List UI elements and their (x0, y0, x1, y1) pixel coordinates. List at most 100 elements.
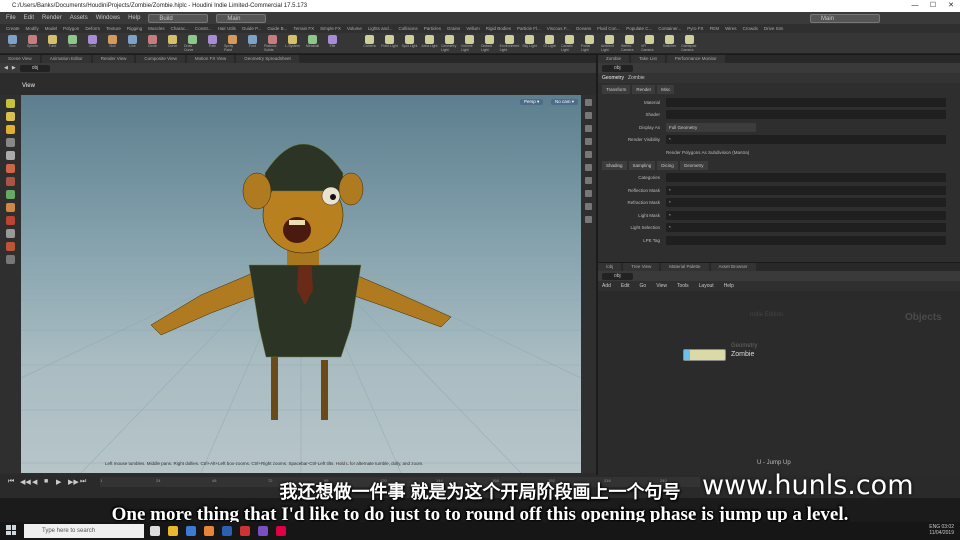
view-tool-icon[interactable] (6, 151, 15, 160)
shelf-tab[interactable]: Particle Fl... (517, 24, 541, 33)
light-tool-gamepad-camera[interactable]: Gamepad Camera (681, 33, 698, 53)
minimize-button[interactable]: — (906, 0, 924, 12)
shelf-tab[interactable]: Charac... (171, 24, 189, 33)
tab-geometry[interactable]: Geometry (679, 160, 708, 170)
shelf-tab[interactable]: Drive Sim (764, 24, 784, 33)
shelf-tab[interactable]: Oceans (576, 24, 592, 33)
zombie-node[interactable] (683, 349, 726, 361)
visual-studio-icon[interactable] (258, 526, 268, 536)
light-tool-distant-light[interactable]: Distant Light (481, 33, 498, 53)
back-arrow-icon[interactable]: ◀ (4, 65, 8, 71)
shelf-tab[interactable]: FEM (710, 24, 720, 33)
net-menu-view[interactable]: View (656, 283, 667, 289)
shelf-tool-line[interactable]: Line (124, 33, 141, 53)
shelf-tab[interactable]: Guide B... (267, 24, 287, 33)
grid-icon[interactable] (585, 190, 592, 197)
main-select-right[interactable]: Main (810, 13, 880, 23)
shelf-tab[interactable]: Pyro FX (687, 24, 703, 33)
net-menu-layout[interactable]: Layout (699, 283, 714, 289)
material-field[interactable] (666, 97, 946, 107)
light-mask-field[interactable]: * (666, 210, 946, 220)
shaded-icon[interactable] (585, 125, 592, 132)
shelf-tab[interactable]: Texture (106, 24, 121, 33)
shelf-tool-torus[interactable]: Torus (64, 33, 81, 53)
scale-tool-icon[interactable] (6, 138, 15, 147)
shelf-tool-null[interactable]: Null (104, 33, 121, 53)
render-subdiv-checkbox[interactable]: Render Polygons As Subdivision (Mantra) (666, 150, 749, 155)
shelf-tool-curve[interactable]: Curve (164, 33, 181, 53)
shelf-tool-tube[interactable]: Tube (44, 33, 61, 53)
network-editor[interactable] (598, 302, 960, 475)
light-tool-spot-light[interactable]: Spot Light (401, 33, 418, 53)
shelf-tool-metaball[interactable]: Metaball (304, 33, 321, 53)
shelf-tab[interactable]: Muscles (148, 24, 165, 33)
camera-icon[interactable] (585, 203, 592, 210)
shelf-tab[interactable]: Polygon (63, 24, 79, 33)
shelf-tab[interactable]: Modify (26, 24, 39, 33)
app-icon-red[interactable] (240, 526, 250, 536)
tab-performance-monitor[interactable]: Performance Monitor (666, 55, 725, 63)
shelf-tab[interactable]: Terrain FX (293, 24, 314, 33)
main-desktop-select[interactable]: Main (216, 13, 267, 23)
forward-arrow-icon[interactable]: ▶ (12, 65, 16, 71)
wireframe-icon[interactable] (585, 112, 592, 119)
reflection-mask-field[interactable]: * (666, 185, 946, 195)
light-tool-switcher[interactable]: Switcher (661, 33, 678, 53)
light-tool-environment-light[interactable]: Environment Light (500, 33, 519, 53)
file-explorer-icon[interactable] (168, 526, 178, 536)
refraction-mask-field[interactable]: * (666, 198, 946, 208)
tab-misc[interactable]: Misc (657, 85, 675, 94)
snapshot-icon[interactable] (585, 216, 592, 223)
shelf-tool-platonic-solids[interactable]: Platonic Solids (264, 33, 281, 53)
paint-icon[interactable] (6, 242, 15, 251)
houdini-icon[interactable] (204, 526, 214, 536)
menu-file[interactable]: File (6, 15, 16, 21)
magnet-icon[interactable] (6, 216, 15, 225)
shelf-tab[interactable]: Grains (447, 24, 460, 33)
points-icon[interactable] (585, 164, 592, 171)
word-icon[interactable] (222, 526, 232, 536)
shelf-tool-draw-curve[interactable]: Draw Curve (184, 33, 201, 53)
taskbar-search-input[interactable]: Type here to search (24, 524, 144, 538)
shelf-tab[interactable]: Deform (85, 24, 100, 33)
net-menu-help[interactable]: Help (724, 283, 734, 289)
handle-tool-icon[interactable] (6, 164, 15, 173)
shelf-tab[interactable]: Fluid Con... (597, 24, 620, 33)
shelf-tab[interactable]: Viscous F... (547, 24, 570, 33)
param-path-field[interactable]: obj (602, 64, 633, 72)
shelf-tab[interactable]: Container... (658, 24, 681, 33)
light-tool-camera[interactable]: Camera (361, 33, 378, 53)
display-as-select[interactable]: Full Geometry (666, 122, 756, 132)
3d-viewport[interactable] (0, 95, 782, 474)
close-button[interactable]: ✕ (942, 0, 960, 12)
light-tool-point-light[interactable]: Point Light (381, 33, 398, 53)
shelf-tab[interactable]: Rigid Bodies (486, 24, 511, 33)
tab-sampling[interactable]: Sampling (628, 160, 656, 170)
tab-shading[interactable]: Shading (602, 160, 627, 170)
app-icon-pink[interactable] (276, 526, 286, 536)
shelf-tab[interactable]: Guide P... (242, 24, 261, 33)
menu-help[interactable]: Help (128, 15, 140, 21)
menu-windows[interactable]: Windows (96, 15, 120, 21)
shelf-tool-file[interactable]: File (324, 33, 341, 53)
net-menu-tools[interactable]: Tools (677, 283, 689, 289)
move-tool-icon[interactable] (6, 112, 15, 121)
normals-icon[interactable] (585, 177, 592, 184)
windows-start-icon[interactable] (6, 525, 16, 535)
shelf-tab[interactable]: Lights and... (368, 24, 393, 33)
edge-icon[interactable] (186, 526, 196, 536)
shelf-tab[interactable]: Wires (725, 24, 737, 33)
net-menu-edit[interactable]: Edit (621, 283, 630, 289)
brush-tool-icon[interactable] (6, 203, 15, 212)
shelf-tab[interactable]: Vellum (466, 24, 480, 33)
shader-field[interactable] (666, 110, 946, 120)
node-name-field[interactable]: Zombie (628, 75, 645, 81)
tab-scene-view[interactable]: Scene View (0, 55, 40, 63)
tab-zombie[interactable]: Zombie (598, 55, 630, 63)
tab-animation-editor[interactable]: Animation Editor (41, 55, 91, 63)
display-flag-icon[interactable] (684, 350, 690, 360)
secure-icon[interactable] (6, 255, 15, 264)
perspective-menu[interactable]: Persp ▾ (520, 99, 544, 105)
light-tool-sky-light[interactable]: Sky Light (521, 33, 538, 53)
net-menu-add[interactable]: Add (602, 283, 611, 289)
